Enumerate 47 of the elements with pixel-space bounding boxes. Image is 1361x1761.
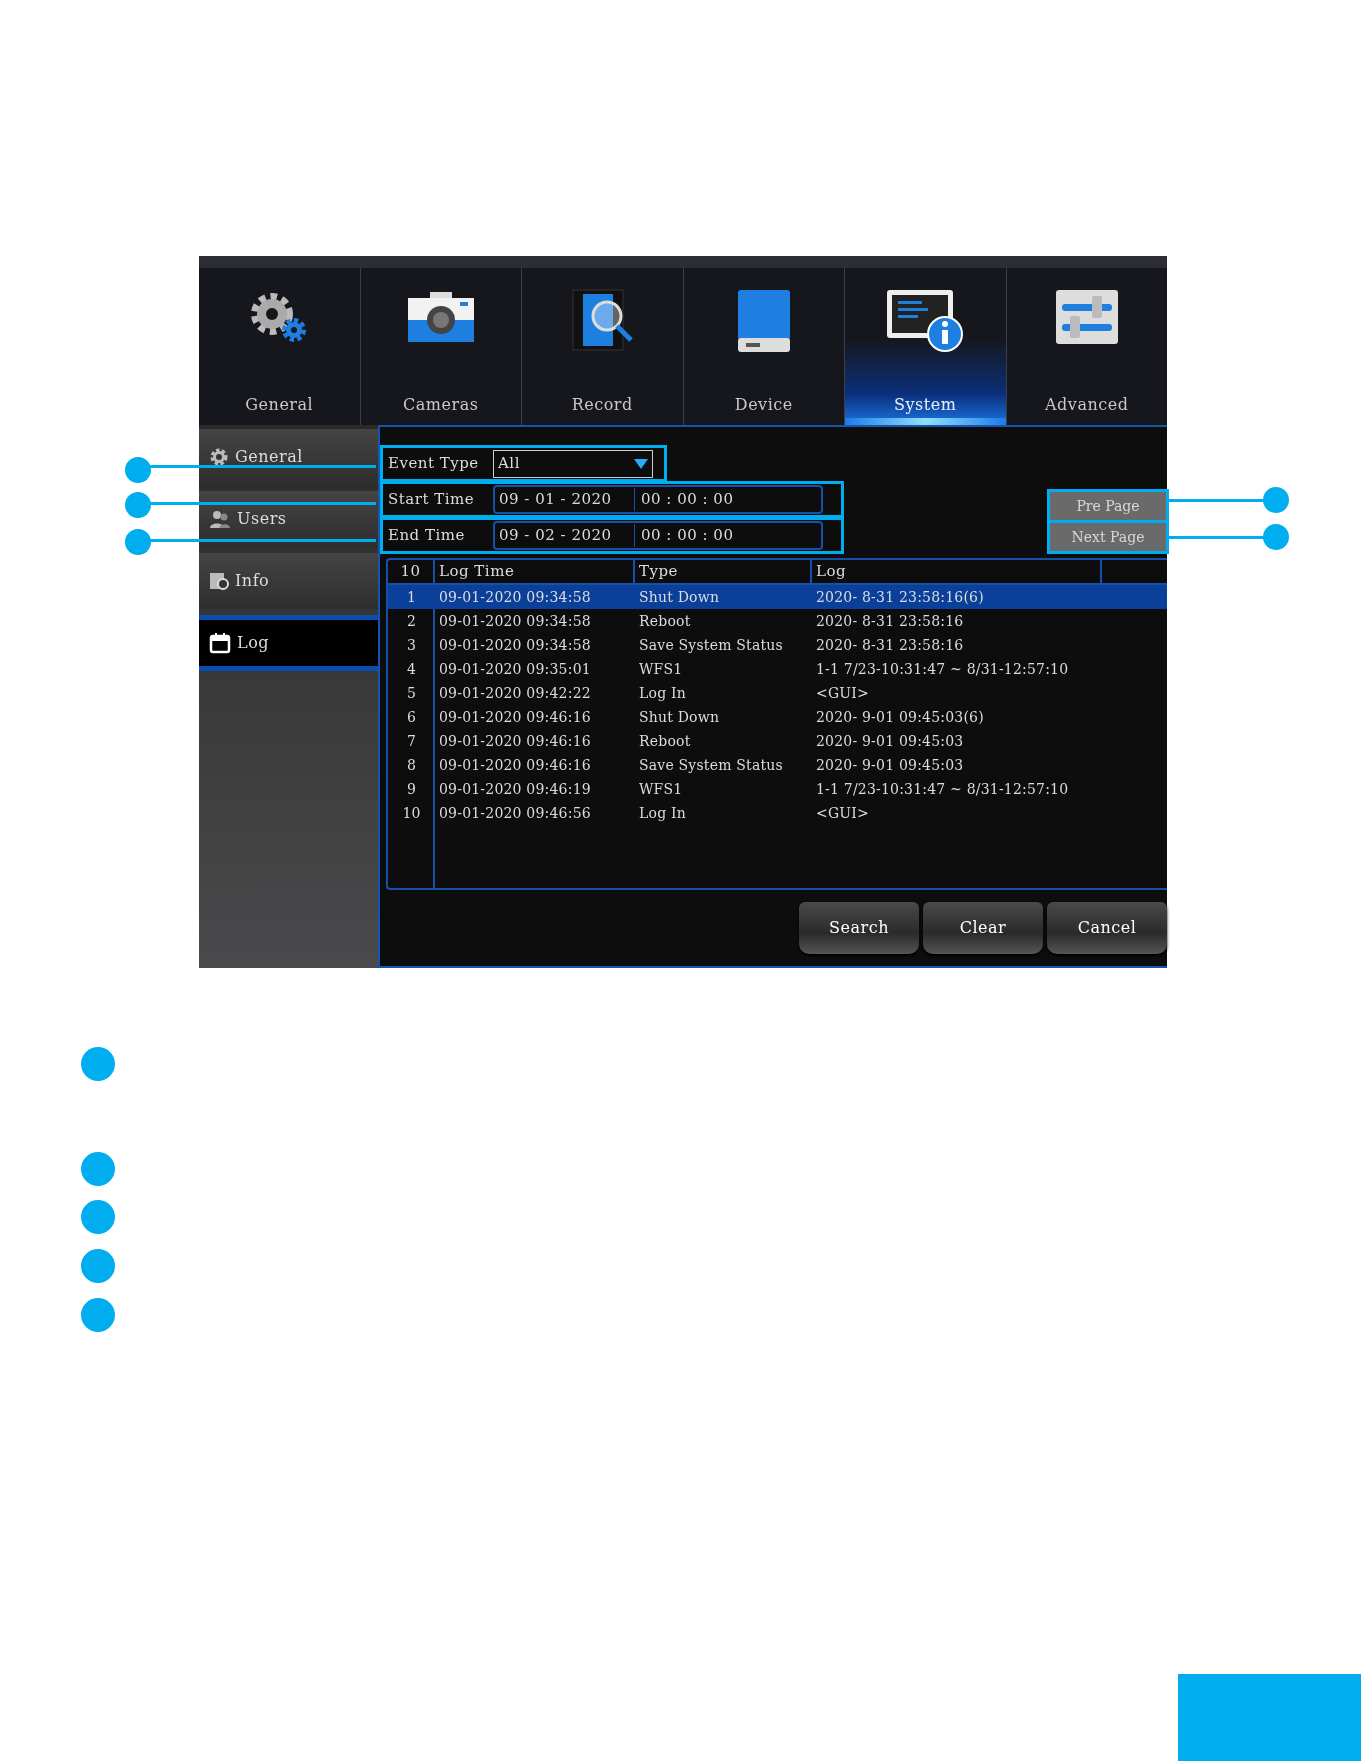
users-icon [209,509,231,529]
sidebar-item[interactable]: Info [199,553,378,609]
field-label: Start Time [388,489,476,511]
start-time-field[interactable]: 09 - 01 - 2020 00 : 00 : 00 [493,485,823,514]
monitor-info-icon [885,288,966,354]
table-row[interactable]: 3 09-01-2020 09:34:58 Save System Status 2020- 8-31 23:58:16 [388,633,1167,657]
table-row[interactable]: 8 09-01-2020 09:46:16 Save System Status 2020- 9-01 09:45:03 [388,753,1167,777]
action-button[interactable]: Clear [923,902,1043,954]
callout-marker [1263,524,1289,550]
column-header: Type [635,560,812,583]
table-row[interactable]: 9 09-01-2020 09:46:19 WFS1 1-1 7/23-10:31:47 ~ 8/31-12:57:10 [388,777,1167,801]
calendar-icon [209,632,231,654]
table-row[interactable]: 6 09-01-2020 09:46:16 Shut Down 2020- 9-01 09:45:03(6) [388,705,1167,729]
gear-icon [209,447,229,467]
callout-marker [81,1200,115,1234]
action-button[interactable]: Cancel [1047,902,1167,954]
callout-marker [81,1298,115,1332]
end-time-field[interactable]: 09 - 02 - 2020 00 : 00 : 00 [493,521,823,550]
callout-marker [81,1249,115,1283]
menu-tab[interactable]: System [845,268,1007,425]
menu-tab[interactable]: Advanced [1006,268,1167,425]
field-label: End Time [388,525,466,547]
action-button[interactable]: Search [799,902,919,954]
table-row[interactable]: 4 09-01-2020 09:35:01 WFS1 1-1 7/23-10:31:47 ~ 8/31-12:57:10 [388,657,1167,681]
menu-tab[interactable]: Device [683,268,845,425]
column-header: Log [812,560,1102,583]
table-row[interactable]: 2 09-01-2020 09:34:58 Reboot 2020- 8-31 23:58:16 [388,609,1167,633]
column-header: Log Time [435,560,635,583]
selected-row[interactable]: 1 09-01-2020 09:34:58 Shut Down 2020- 8-31 23:58:16(6) [388,585,1167,609]
sidebar-item[interactable]: Log [199,615,378,671]
callout-marker [81,1152,115,1186]
callout-marker [81,1047,115,1081]
callout-marker [125,457,151,483]
callout-marker [125,529,151,555]
table-row[interactable]: 7 09-01-2020 09:46:16 Reboot 2020- 9-01 09:45:03 [388,729,1167,753]
menu-tab[interactable]: Cameras [360,268,522,425]
table-row[interactable]: 5 09-01-2020 09:42:22 Log In <GUI> [388,681,1167,705]
table-row[interactable]: 10 09-01-2020 09:46:56 Log In <GUI> [388,801,1167,825]
device-icon [209,571,229,591]
menu-tab[interactable]: Record [522,268,684,425]
callout-marker [1263,487,1289,513]
menu-tab[interactable]: General [199,268,361,425]
callout-marker [125,492,151,518]
event-type-dropdown[interactable]: All [493,449,653,478]
field-label: Event Type [388,453,480,475]
column-header: 10 [388,560,435,583]
caret-icon [634,458,648,469]
